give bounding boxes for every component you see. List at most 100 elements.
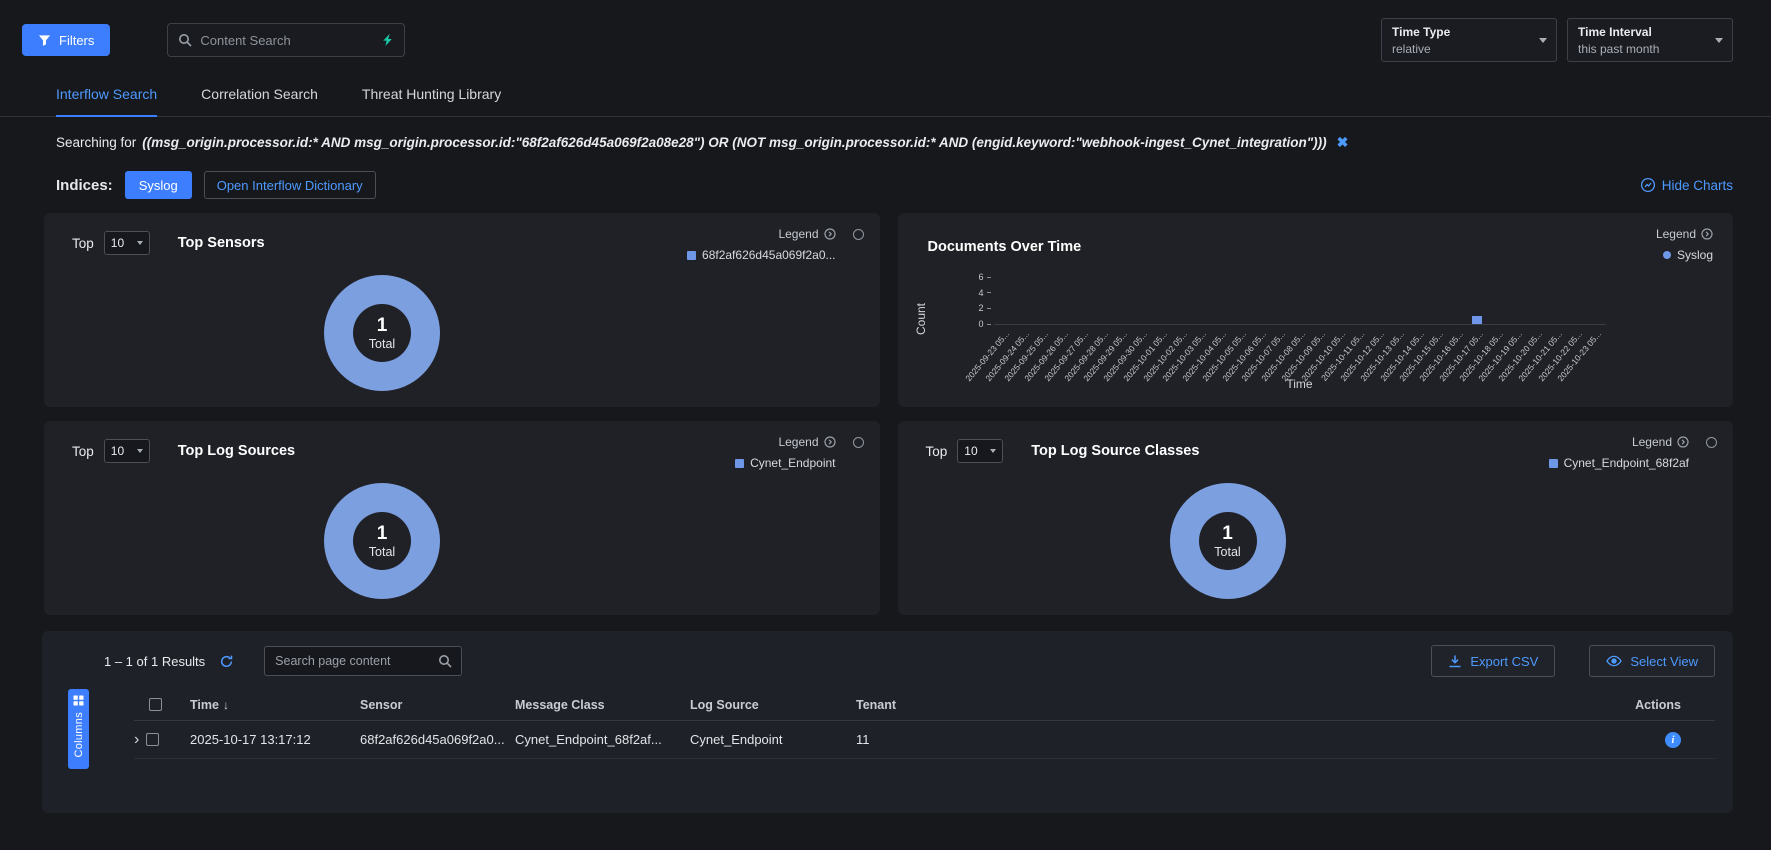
results-panel: 1 – 1 of 1 Results Export CSV Select Vie…: [42, 631, 1733, 813]
header-sensor[interactable]: Sensor: [360, 698, 515, 712]
header-time[interactable]: Time ↓: [190, 698, 360, 712]
info-icon[interactable]: i: [1665, 732, 1681, 748]
cell-tenant: 11: [856, 732, 1605, 747]
tab-bar: Interflow Search Correlation Search Thre…: [0, 86, 1771, 117]
legend-toggle[interactable]: Legend: [735, 435, 835, 449]
chart-select-radio[interactable]: [853, 437, 864, 448]
legend-swatch: [1663, 251, 1671, 259]
tab-interflow-search[interactable]: Interflow Search: [56, 86, 157, 117]
legend-expand-icon: [1701, 228, 1713, 240]
legend-item[interactable]: Cynet_Endpoint_68f2af: [1549, 456, 1689, 470]
chart-select-radio[interactable]: [1706, 437, 1717, 448]
table-header-row: Time ↓ Sensor Message Class Log Source Te…: [134, 689, 1715, 721]
refresh-button[interactable]: [219, 654, 234, 669]
results-summary: 1 – 1 of 1 Results: [104, 654, 205, 669]
top-log-sources-donut[interactable]: 1 Total: [324, 483, 440, 599]
results-actions: Export CSV Select View: [1431, 645, 1715, 677]
results-table: Time ↓ Sensor Message Class Log Source Te…: [134, 689, 1715, 759]
donut-total-label: Total: [369, 337, 395, 351]
time-interval-select[interactable]: Time Interval this past month: [1567, 18, 1733, 62]
y-tick-label: 2: [978, 303, 990, 313]
panel-title: Top Log Source Classes: [1031, 443, 1199, 459]
cell-sensor: 68f2af626d45a069f2a0...: [360, 732, 515, 747]
top-count-value: 10: [964, 444, 977, 458]
hide-charts-button[interactable]: Hide Charts: [1640, 177, 1733, 193]
top-sensors-panel: Top 10 Top Sensors Legend 68f2af626d45a0…: [44, 213, 880, 407]
sort-desc-icon: ↓: [223, 698, 229, 712]
tab-correlation-search[interactable]: Correlation Search: [201, 86, 318, 116]
legend-label: Legend: [778, 227, 818, 241]
row-expand-icon[interactable]: ›: [134, 732, 139, 748]
legend-item[interactable]: Cynet_Endpoint: [735, 456, 835, 470]
chart-select-radio[interactable]: [853, 229, 864, 240]
charts-grid: Top 10 Top Sensors Legend 68f2af626d45a0…: [44, 213, 1733, 615]
legend-expand-icon: [1677, 436, 1689, 448]
top-log-sources-count-select[interactable]: 10: [104, 439, 150, 463]
header-tenant[interactable]: Tenant: [856, 698, 1605, 712]
chevron-down-icon: [1715, 38, 1723, 43]
row-checkbox[interactable]: [146, 733, 159, 746]
top-log-source-classes-count-select[interactable]: 10: [957, 439, 1003, 463]
top-count-value: 10: [111, 444, 124, 458]
search-query-text: ((msg_origin.processor.id:* AND msg_orig…: [142, 135, 1326, 150]
time-interval-label: Time Interval: [1578, 25, 1706, 39]
export-csv-button[interactable]: Export CSV: [1431, 645, 1555, 677]
legend-item-label: Cynet_Endpoint_68f2af: [1564, 456, 1689, 470]
columns-button-label: Columns: [73, 712, 85, 758]
legend-toggle[interactable]: Legend: [687, 227, 835, 241]
search-icon: [438, 654, 452, 668]
legend-toggle[interactable]: Legend: [1549, 435, 1689, 449]
table-row[interactable]: › 2025-10-17 13:17:12 68f2af626d45a069f2…: [134, 721, 1715, 759]
legend-label: Legend: [778, 435, 818, 449]
header-log-source[interactable]: Log Source: [690, 698, 856, 712]
time-chart-bar[interactable]: [1472, 316, 1482, 324]
time-type-select[interactable]: Time Type relative: [1381, 18, 1557, 62]
donut-total: 1: [377, 523, 388, 545]
row-select-cell: ›: [134, 732, 190, 748]
top-log-sources-panel: Top 10 Top Log Sources Legend Cynet_Endp…: [44, 421, 880, 615]
header-time-label: Time: [190, 698, 219, 712]
top-sensors-donut[interactable]: 1 Total: [324, 275, 440, 391]
donut-total: 1: [1222, 523, 1233, 545]
content-search-input[interactable]: [200, 33, 373, 48]
y-tick-label: 6: [978, 272, 990, 282]
panel-title: Top Log Sources: [178, 443, 295, 459]
donut-wrap: 1 Total: [324, 275, 440, 391]
select-view-label: Select View: [1630, 654, 1698, 669]
top-log-source-classes-legend: Legend Cynet_Endpoint_68f2af: [1549, 435, 1689, 470]
top-log-source-classes-donut[interactable]: 1 Total: [1170, 483, 1286, 599]
header-actions: Actions: [1605, 698, 1715, 712]
header-message-class[interactable]: Message Class: [515, 698, 690, 712]
search-icon: [178, 33, 192, 47]
legend-toggle[interactable]: Legend: [1656, 227, 1713, 241]
chevron-down-icon: [990, 449, 996, 453]
legend-item[interactable]: Syslog: [1656, 248, 1713, 262]
legend-item[interactable]: 68f2af626d45a069f2a0...: [687, 248, 835, 262]
donut-total-label: Total: [369, 545, 395, 559]
clear-query-icon[interactable]: ✖: [1337, 134, 1349, 151]
page-search-input[interactable]: [275, 654, 432, 668]
tab-threat-hunting-library[interactable]: Threat Hunting Library: [362, 86, 501, 116]
search-summary: Searching for ((msg_origin.processor.id:…: [0, 117, 1771, 151]
select-all-checkbox[interactable]: [149, 698, 162, 711]
select-view-button[interactable]: Select View: [1589, 645, 1715, 677]
legend-item-label: Syslog: [1677, 248, 1713, 262]
legend-expand-icon: [824, 228, 836, 240]
legend-item-label: Cynet_Endpoint: [750, 456, 835, 470]
legend-expand-icon: [824, 436, 836, 448]
app-root: Filters Time Type relative Time Interval…: [0, 0, 1771, 813]
panel-title: Top Sensors: [178, 235, 265, 251]
top-label: Top: [72, 444, 94, 459]
filters-button[interactable]: Filters: [22, 24, 110, 56]
open-interflow-dictionary-button[interactable]: Open Interflow Dictionary: [204, 171, 376, 199]
donut-center: 1 Total: [1199, 512, 1257, 570]
legend-swatch: [687, 251, 696, 260]
top-bar: Filters Time Type relative Time Interval…: [0, 0, 1771, 62]
export-icon: [1448, 654, 1462, 668]
panel-title: Documents Over Time: [928, 239, 1082, 255]
header-checkbox-cell: [134, 698, 190, 711]
columns-button[interactable]: Columns: [68, 689, 89, 769]
top-sensors-count-select[interactable]: 10: [104, 231, 150, 255]
index-syslog-button[interactable]: Syslog: [125, 171, 192, 199]
time-chart-plot: 0246: [994, 277, 1606, 325]
